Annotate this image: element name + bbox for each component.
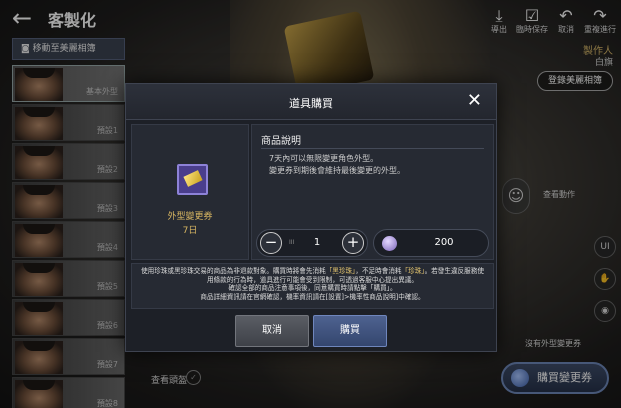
item-name: 外型變更券 [167, 212, 213, 222]
cancel-button[interactable]: 取消 [235, 315, 309, 347]
notice-line: 用條款的行為時，道具進行可能會受到限制，可透過客服中心提出異議。 [207, 275, 418, 284]
item-panel: 外型變更券 7日 [131, 124, 249, 260]
notice-line: 確認全部的商品注意事項後，同意購買時請點擊「購買」。 [228, 284, 397, 293]
notice-line: 商品詳細資訊請在官網確認，機率資訊請在[設置]>機率性商品說明]中確認。 [200, 292, 425, 301]
close-icon[interactable]: ✕ [467, 90, 482, 111]
notice-line: 使用珍珠或黑珍珠交易的商品為非退款對象。購買時將會先消耗「黑珍珠」，不足時會消耗… [136, 267, 489, 276]
plus-button[interactable]: + [342, 232, 364, 254]
notice-text: 使用珍珠或黑珍珠交易的商品為非退款對象。購買時將會先消耗 [141, 267, 326, 275]
purchase-notice: 使用珍珠或黑珍珠交易的商品為非退款對象。購買時將會先消耗「黑珍珠」，不足時會消耗… [131, 263, 494, 309]
quantity-stepper: − III 1 + [256, 229, 368, 257]
ticket-icon [177, 164, 208, 195]
divider [261, 148, 484, 149]
price-display: 200 [373, 229, 489, 257]
minus-button[interactable]: − [260, 232, 282, 254]
description-line: 7天內可以無限變更角色外型。 [269, 154, 379, 163]
pearl-currency-icon [382, 236, 397, 251]
price-value: 200 [434, 237, 454, 248]
dialog-title: 道具購買 [289, 97, 333, 110]
buy-button[interactable]: 購買 [313, 315, 387, 347]
dialog-header: 道具購買 ✕ [126, 84, 496, 120]
notice-highlight: 「黑珍珠」 [325, 267, 356, 275]
notice-text: ，不足時會消耗 [355, 267, 402, 275]
purchase-dialog: 道具購買 ✕ 外型變更券 7日 商品說明 7天內可以無限變更角色外型。 變更券到… [125, 83, 497, 352]
notice-highlight: 「珍珠」 [401, 267, 425, 275]
quantity-value[interactable]: 1 [307, 237, 327, 248]
quantity-max-indicator[interactable]: III [289, 239, 294, 246]
description-line: 變更券到期後會維持最後變更的外型。 [269, 166, 405, 175]
description-text: 7天內可以無限變更角色外型。 變更券到期後會維持最後變更的外型。 [269, 153, 405, 177]
notice-text: 。若發生違反服務使 [424, 267, 484, 275]
description-title: 商品說明 [261, 136, 301, 147]
item-duration: 7日 [182, 226, 198, 236]
